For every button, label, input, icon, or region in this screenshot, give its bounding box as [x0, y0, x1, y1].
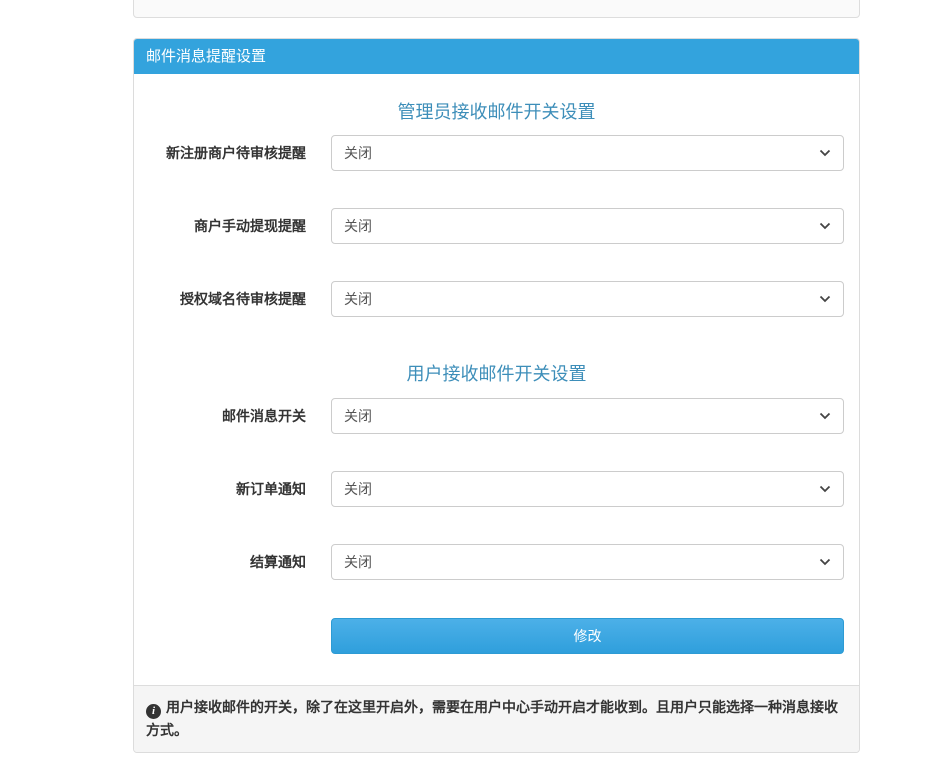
label-new-merchant-review: 新注册商户待审核提醒: [149, 144, 306, 162]
panel-title: 邮件消息提醒设置: [146, 48, 266, 65]
previous-panel-footer-remnant: [133, 0, 860, 18]
button-row: 修改: [149, 618, 844, 654]
select-settlement-notice[interactable]: 关闭: [331, 544, 844, 580]
form-row-merchant-withdraw: 商户手动提现提醒 关闭: [149, 208, 844, 244]
panel-body: 管理员接收邮件开关设置 新注册商户待审核提醒 关闭 商户手动提现提醒 关闭: [134, 101, 859, 685]
select-wrap: 关闭: [331, 544, 844, 580]
form-row-new-merchant-review: 新注册商户待审核提醒 关闭: [149, 135, 844, 171]
info-icon: i: [146, 704, 161, 719]
label-domain-review: 授权域名待审核提醒: [149, 290, 306, 308]
select-wrap: 关闭: [331, 398, 844, 434]
select-domain-review[interactable]: 关闭: [331, 281, 844, 317]
select-merchant-withdraw[interactable]: 关闭: [331, 208, 844, 244]
footer-note-text: 用户接收邮件的开关，除了在这里开启外，需要在用户中心手动开启才能收到。且用户只能…: [146, 699, 838, 738]
email-settings-panel: 邮件消息提醒设置 管理员接收邮件开关设置 新注册商户待审核提醒 关闭 商户手动提…: [133, 38, 860, 753]
modify-submit-button[interactable]: 修改: [331, 618, 844, 654]
section-title-admin: 管理员接收邮件开关设置: [149, 101, 844, 123]
label-new-order-notice: 新订单通知: [149, 480, 306, 498]
panel-header: 邮件消息提醒设置: [134, 39, 859, 74]
form-row-domain-review: 授权域名待审核提醒 关闭: [149, 281, 844, 317]
label-merchant-withdraw: 商户手动提现提醒: [149, 217, 306, 235]
button-spacer: [149, 618, 331, 654]
page: 邮件消息提醒设置 管理员接收邮件开关设置 新注册商户待审核提醒 关闭 商户手动提…: [0, 0, 925, 762]
form-row-new-order-notice: 新订单通知 关闭: [149, 471, 844, 507]
label-settlement-notice: 结算通知: [149, 553, 306, 571]
select-email-switch[interactable]: 关闭: [331, 398, 844, 434]
form-row-email-switch: 邮件消息开关 关闭: [149, 398, 844, 434]
select-wrap: 关闭: [331, 135, 844, 171]
form-row-settlement-notice: 结算通知 关闭: [149, 544, 844, 580]
select-new-order-notice[interactable]: 关闭: [331, 471, 844, 507]
label-email-switch: 邮件消息开关: [149, 407, 306, 425]
select-new-merchant-review[interactable]: 关闭: [331, 135, 844, 171]
select-wrap: 关闭: [331, 281, 844, 317]
panel-footer-note: i用户接收邮件的开关，除了在这里开启外，需要在用户中心手动开启才能收到。且用户只…: [134, 685, 859, 752]
select-wrap: 关闭: [331, 471, 844, 507]
select-wrap: 关闭: [331, 208, 844, 244]
section-title-user: 用户接收邮件开关设置: [149, 363, 844, 385]
